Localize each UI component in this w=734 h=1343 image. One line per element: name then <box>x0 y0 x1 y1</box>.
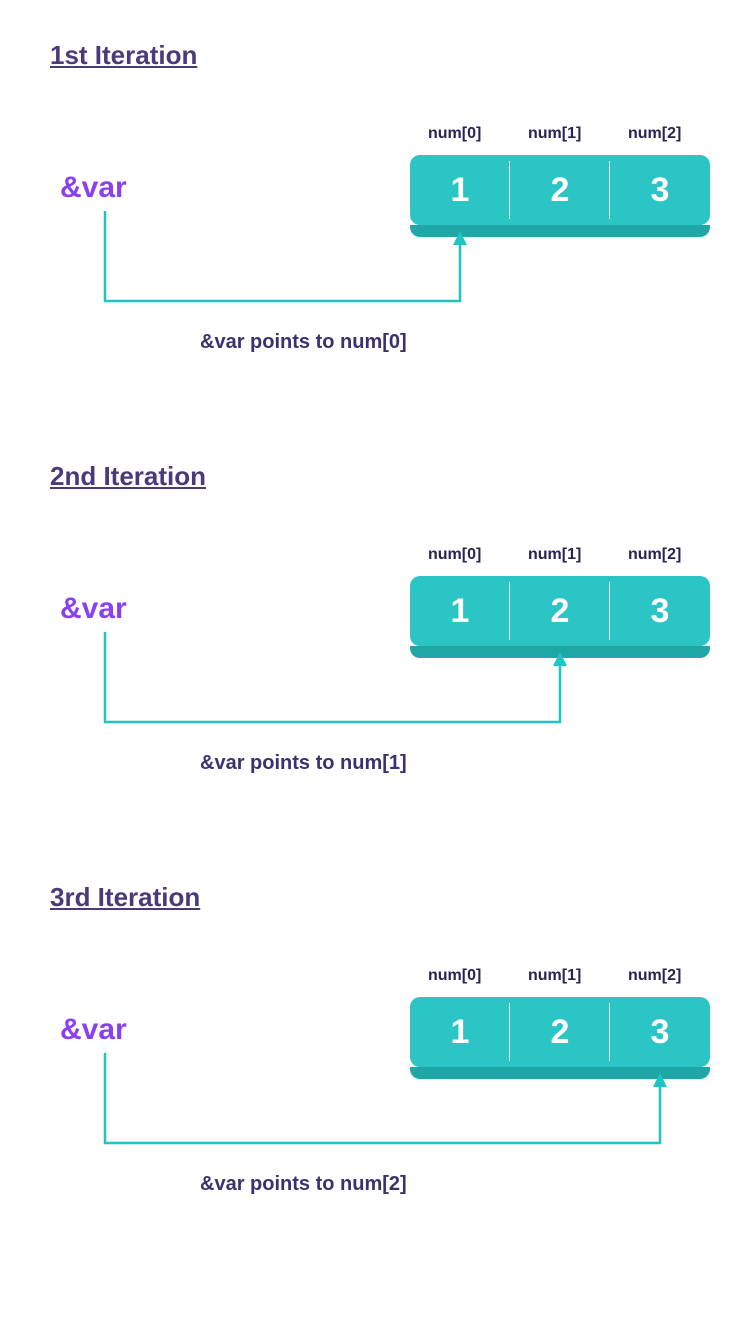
iteration-3: 3rd Iteration&varnum[0]num[1]num[2]123&v… <box>40 882 734 1223</box>
pointer-caption: &var points to num[2] <box>200 1173 407 1196</box>
pointer-caption: &var points to num[1] <box>200 752 407 775</box>
iteration-title: 3rd Iteration <box>50 882 734 913</box>
iteration-content: &varnum[0]num[1]num[2]123&var points to … <box>40 963 734 1223</box>
iteration-content: &varnum[0]num[1]num[2]123&var points to … <box>40 542 734 802</box>
iteration-content: &varnum[0]num[1]num[2]123&var points to … <box>40 121 734 381</box>
iteration-title: 1st Iteration <box>50 40 734 71</box>
iteration-title: 2nd Iteration <box>50 461 734 492</box>
iteration-1: 1st Iteration&varnum[0]num[1]num[2]123&v… <box>40 40 734 381</box>
pointer-caption: &var points to num[0] <box>200 331 407 354</box>
iteration-2: 2nd Iteration&varnum[0]num[1]num[2]123&v… <box>40 461 734 802</box>
